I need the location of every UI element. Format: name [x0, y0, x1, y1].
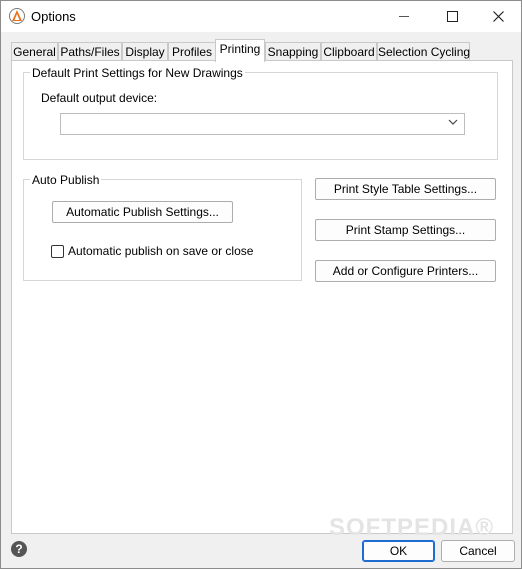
default-output-device-select[interactable] [60, 113, 465, 135]
app-logo-icon [9, 8, 25, 24]
print-style-table-settings-button[interactable]: Print Style Table Settings... [315, 178, 496, 200]
automatic-publish-checkbox-label: Automatic publish on save or close [68, 244, 254, 258]
tab-general[interactable]: General [11, 42, 58, 61]
minimize-button[interactable] [381, 1, 427, 32]
auto-publish-label: Auto Publish [30, 173, 102, 187]
automatic-publish-checkbox[interactable] [51, 244, 64, 258]
tab-clipboard[interactable]: Clipboard [321, 42, 377, 61]
automatic-publish-checkbox-row[interactable]: Automatic publish on save or close [51, 244, 253, 258]
close-icon [492, 11, 504, 22]
close-button[interactable] [475, 1, 521, 32]
chevron-down-icon [448, 119, 458, 125]
add-configure-printers-button[interactable]: Add or Configure Printers... [315, 260, 496, 282]
print-stamp-settings-button[interactable]: Print Stamp Settings... [315, 219, 496, 241]
cancel-button[interactable]: Cancel [441, 540, 515, 562]
auto-publish-group [23, 179, 302, 281]
title-bar: Options [1, 1, 521, 32]
tab-selection-cycling[interactable]: Selection Cycling [377, 42, 470, 61]
options-dialog: Options General Paths/Files Display Prof… [0, 0, 522, 569]
tab-display[interactable]: Display [122, 42, 168, 61]
tab-printing[interactable]: Printing [215, 39, 265, 62]
maximize-icon [446, 11, 458, 22]
maximize-button[interactable] [429, 1, 475, 32]
window-title: Options [31, 9, 76, 24]
tab-paths-files[interactable]: Paths/Files [58, 42, 122, 61]
printing-tab-panel: Default Print Settings for New Drawings … [11, 60, 513, 534]
tab-snapping[interactable]: Snapping [265, 42, 321, 61]
minimize-icon [399, 16, 409, 17]
help-icon[interactable]: ? [11, 541, 27, 557]
tab-profiles[interactable]: Profiles [168, 42, 216, 61]
automatic-publish-settings-button[interactable]: Automatic Publish Settings... [52, 201, 233, 223]
watermark: SOFTPEDIA® [329, 514, 495, 541]
default-print-settings-label: Default Print Settings for New Drawings [30, 66, 245, 80]
default-output-device-label: Default output device: [41, 91, 158, 105]
ok-button[interactable]: OK [362, 540, 435, 562]
